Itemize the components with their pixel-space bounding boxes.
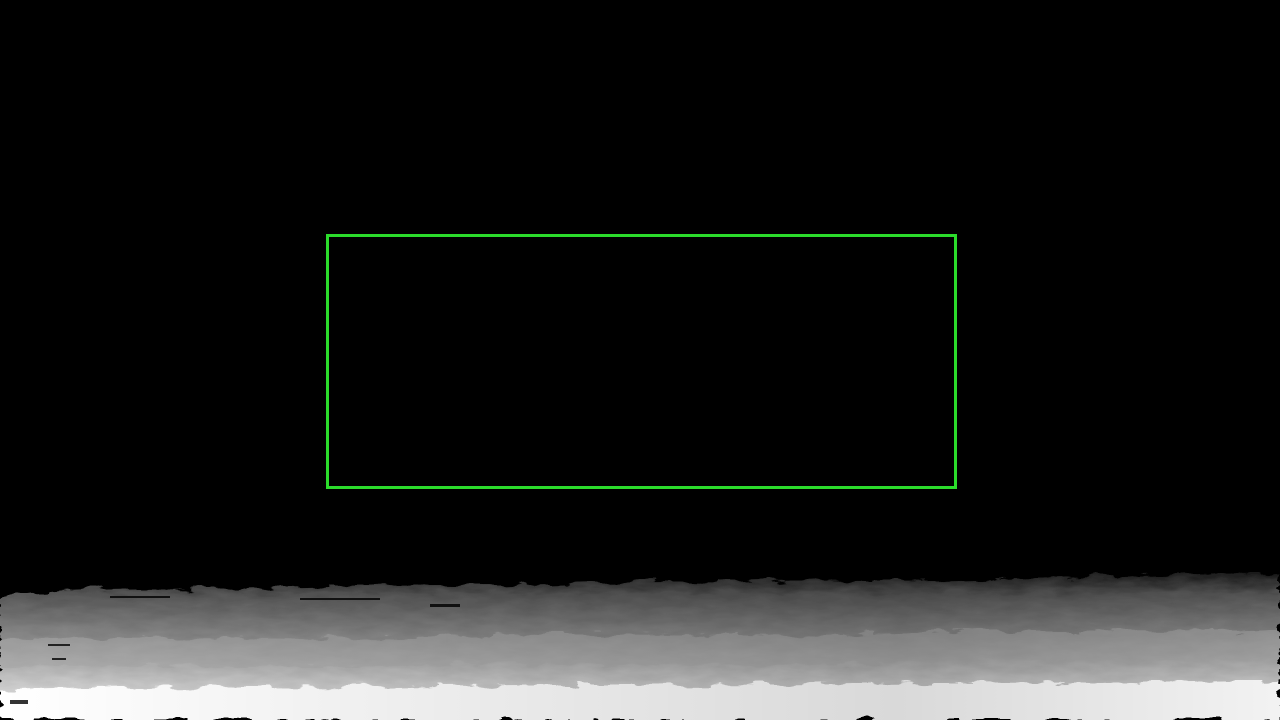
depth-map-scene	[0, 0, 1280, 720]
detection-bounding-box	[326, 234, 957, 489]
